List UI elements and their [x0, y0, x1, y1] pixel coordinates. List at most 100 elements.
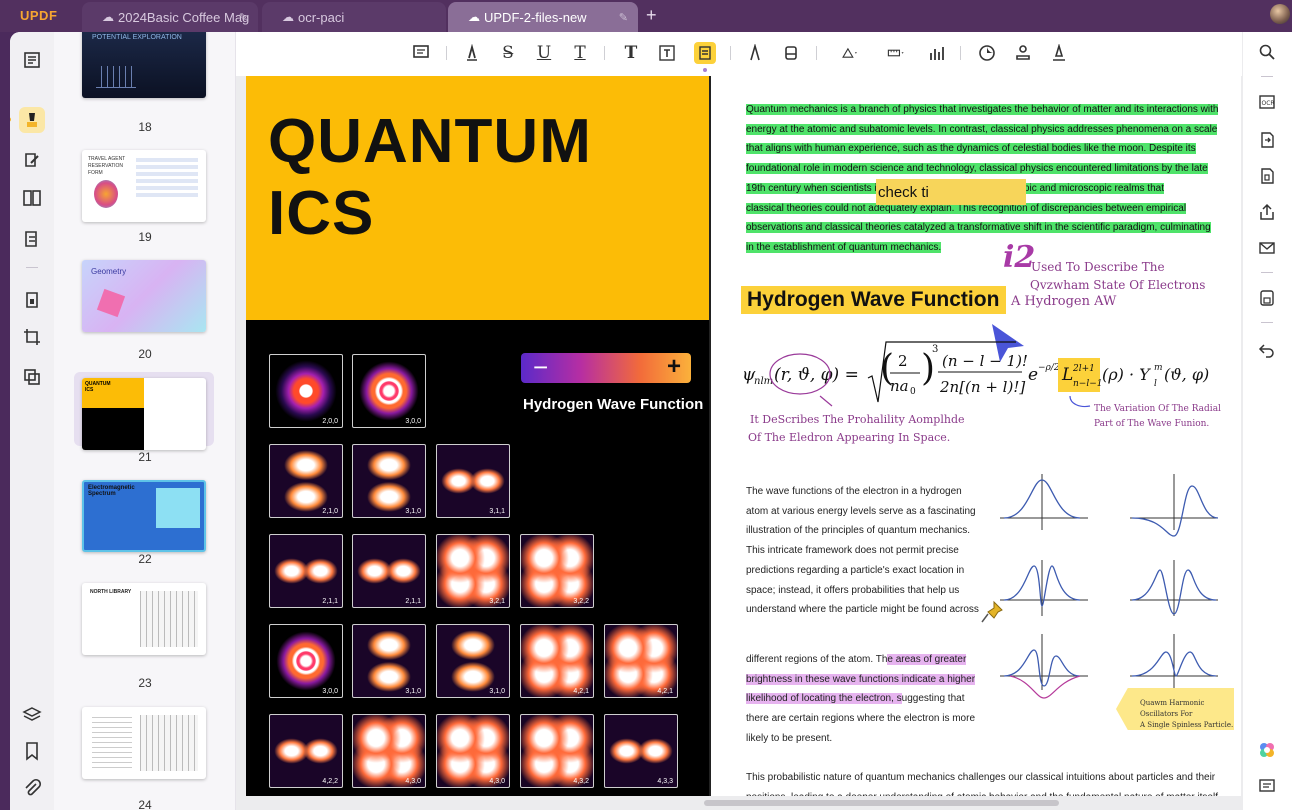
highlighted-line: that aligns with human experience, such …	[746, 143, 1196, 155]
convert-icon[interactable]	[1257, 130, 1277, 150]
orbital-label: 4,3,3	[657, 778, 673, 785]
sticker-icon[interactable]	[976, 42, 998, 64]
body-line: likely to be present.	[746, 733, 833, 744]
cloud-icon: ☁	[282, 10, 294, 24]
svg-text:OCR: OCR	[1262, 100, 1275, 107]
strikethrough-icon[interactable]: S̶	[497, 42, 519, 64]
page-number: 22	[138, 552, 152, 566]
tab-label: 2024Basic Coffee Mag	[118, 9, 250, 25]
svg-text:n−l−1: n−l−1	[1073, 379, 1102, 389]
orbital-tile: 3,1,0	[352, 444, 426, 518]
plus-icon[interactable]: +	[667, 353, 681, 381]
handwritten-note: The Variation Of The Radial	[1094, 404, 1221, 414]
building-sketch	[140, 715, 198, 771]
reader-icon[interactable]	[19, 47, 45, 73]
handwritten-note: It DeScribes The Prohalility Aomplhde	[750, 413, 965, 426]
highlighter-icon[interactable]	[461, 42, 483, 64]
tab-updf-2-files-new[interactable]: ☁ UPDF-2-files-new ✎	[448, 2, 638, 32]
thumbnail-page-22[interactable]: Electromagnetic Spectrum	[82, 480, 206, 552]
edit-icon[interactable]	[19, 147, 45, 173]
page-organize-icon[interactable]	[19, 185, 45, 211]
eraser-icon[interactable]	[780, 42, 802, 64]
orbital-tile: 3,2,1	[436, 534, 510, 608]
handwritten-note: Qvzwham State Of Electrons	[1030, 278, 1206, 292]
save-icon[interactable]	[1257, 288, 1277, 308]
layers-icon[interactable]	[19, 702, 45, 728]
signature-icon[interactable]	[1048, 42, 1070, 64]
chart-graphic	[96, 66, 136, 88]
tab-2024basic-coffee[interactable]: ☁ 2024Basic Coffee Mag ✎	[82, 2, 258, 32]
svg-text:0: 0	[910, 387, 916, 397]
minus-icon[interactable]: −	[533, 353, 548, 381]
body-line: The wave functions of the electron in a …	[746, 486, 962, 497]
svg-text:−ρ/2: −ρ/2	[1038, 363, 1060, 373]
highlighted-line: Quantum mechanics is a branch of physics…	[746, 104, 1219, 115]
color-scale-slider[interactable]: − +	[521, 353, 691, 383]
mail-icon[interactable]	[1257, 238, 1277, 258]
svg-text:3: 3	[932, 344, 938, 355]
new-tab-button[interactable]: +	[646, 5, 657, 26]
text-callout-icon[interactable]	[694, 42, 716, 64]
measure-icon[interactable]	[882, 42, 910, 64]
svg-text:L: L	[1061, 365, 1073, 385]
thumbnail-page-23[interactable]: NORTH LIBRARY	[82, 583, 206, 655]
underline-icon[interactable]: U	[533, 42, 555, 64]
textbox-icon[interactable]	[656, 42, 678, 64]
page-number: 24	[138, 798, 152, 810]
search-icon[interactable]	[1257, 42, 1277, 62]
orbital-tile: 3,1,1	[436, 444, 510, 518]
pushpin-icon[interactable]	[980, 600, 1004, 626]
body-line: different regions of the atom. The areas…	[746, 654, 967, 665]
comment-icon[interactable]	[19, 107, 45, 133]
orbital-tile: 4,2,1	[604, 624, 678, 698]
compare-icon[interactable]	[19, 364, 45, 390]
horizontal-scrollbar[interactable]	[704, 800, 1059, 806]
tab-ocr-paci[interactable]: ☁ ocr-paci	[262, 2, 446, 32]
rename-icon[interactable]: ✎	[619, 11, 628, 24]
protect-icon[interactable]	[19, 287, 45, 313]
page-number: 23	[138, 676, 152, 690]
thumbnail-page-18[interactable]: POTENTIAL EXPLORATION	[82, 32, 206, 98]
orbital-tile: 2,0,0	[269, 354, 343, 428]
thumbnail-title: QUANTUM ICS	[85, 381, 111, 393]
svg-text:na: na	[890, 377, 909, 395]
bookmark-icon[interactable]	[19, 738, 45, 764]
ai-assistant-icon[interactable]	[1257, 740, 1277, 760]
svg-text:2n[(n + l)!]: 2n[(n + l)!]	[939, 378, 1025, 396]
section-heading: Hydrogen Wave Function	[523, 396, 704, 413]
orbital-tile: 2,1,1	[352, 534, 426, 608]
orbital-label: 2,1,0	[322, 508, 338, 515]
page-number: 19	[138, 230, 152, 244]
ocr-icon[interactable]: OCR	[1257, 92, 1277, 112]
chart-icon[interactable]	[926, 42, 948, 64]
thumbnail-page-19[interactable]: TRAVEL AGENT RESERVATION FORM	[82, 150, 206, 222]
note-icon[interactable]	[410, 42, 432, 64]
compress-icon[interactable]	[1257, 166, 1277, 186]
highlighted-line: energy at the atomic and subatomic level…	[746, 123, 1218, 135]
stamp-icon[interactable]	[1012, 42, 1034, 64]
chat-icon[interactable]	[1257, 776, 1277, 796]
pencil-icon[interactable]	[744, 42, 766, 64]
svg-text:(r, ϑ, φ) =: (r, ϑ, φ) =	[774, 365, 859, 385]
thumbnail-page-24[interactable]	[82, 707, 206, 779]
body-line: understand where the particle might be f…	[746, 604, 979, 616]
orbital-tile: 3,1,0	[352, 624, 426, 698]
shape-icon[interactable]	[836, 42, 864, 64]
squiggly-icon[interactable]: T	[569, 42, 591, 64]
rename-icon[interactable]: ✎	[239, 11, 248, 24]
undo-icon[interactable]	[1257, 340, 1277, 360]
thumbnail-page-21[interactable]: QUANTUM ICS	[82, 378, 206, 450]
orbital-label: 2,0,0	[322, 418, 338, 425]
text-icon[interactable]: T	[620, 42, 642, 64]
attachment-icon[interactable]	[19, 775, 45, 801]
thumbnail-title: POTENTIAL EXPLORATION	[92, 34, 182, 41]
crop-icon[interactable]	[19, 324, 45, 350]
typed-annotation[interactable]: check ti	[876, 179, 1026, 205]
thumbnail-page-20[interactable]: Geometry	[82, 260, 206, 332]
avatar[interactable]	[1270, 4, 1290, 24]
form-icon[interactable]	[19, 226, 45, 252]
sticky-note[interactable]: Quawm Harmonic Oscillators For A Single S…	[1116, 688, 1234, 730]
orbital-label: 3,0,0	[322, 688, 338, 695]
orbital-label: 4,3,2	[573, 778, 589, 785]
share-icon[interactable]	[1257, 202, 1277, 222]
